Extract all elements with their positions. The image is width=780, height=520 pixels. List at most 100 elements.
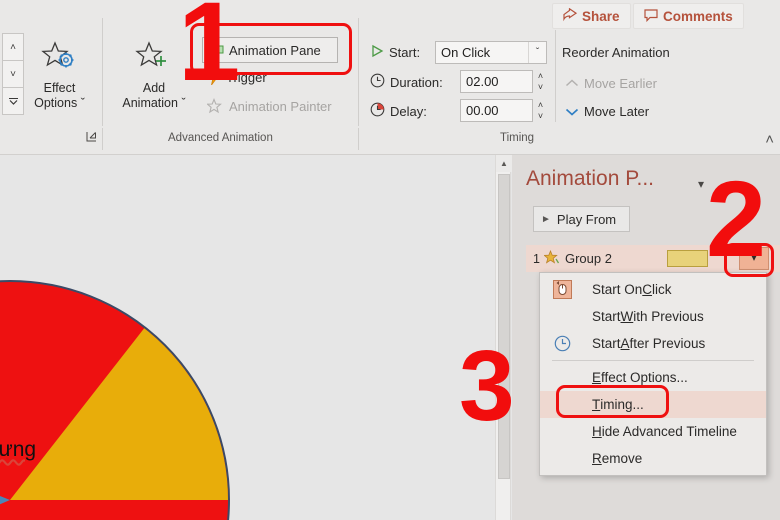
menu-label-pre: Start — [592, 336, 621, 351]
duration-input[interactable]: 02.00 — [460, 70, 533, 93]
animation-painter-label: Animation Painter — [229, 98, 332, 114]
animation-list-item[interactable]: 1 Group 2 ▾ — [526, 245, 780, 272]
double-chevron-down-icon — [8, 97, 18, 105]
animation-painter-button: Animation Painter — [204, 97, 335, 115]
move-later-button[interactable]: Move Later — [562, 103, 652, 120]
group-separator — [555, 30, 556, 122]
menu-accesskey: C — [642, 282, 653, 297]
delay-value: 00.00 — [466, 103, 499, 118]
animation-gallery-spinners: ˄ ˅ — [2, 33, 24, 115]
group-separator — [102, 128, 103, 150]
ribbon: ˄ ˅ Effect Options ˇ Add Animation ˇ Ani… — [0, 0, 780, 155]
menu-item-effect-options[interactable]: Effect Options... — [540, 364, 766, 391]
delay-stepper[interactable]: ˄ ˅ — [533, 99, 548, 122]
share-button[interactable]: Share — [552, 3, 631, 29]
menu-item-remove[interactable]: Remove — [540, 445, 766, 472]
menu-label-post: fter Previous — [629, 336, 706, 351]
chevron-down-icon: ˇ — [181, 96, 186, 110]
start-label: Start: — [389, 45, 421, 60]
clock-icon — [552, 333, 573, 354]
play-from-button[interactable]: ► Play From — [533, 206, 630, 232]
scroll-up-button[interactable]: ▲ — [496, 155, 512, 172]
spinner-wheel-shape[interactable] — [0, 280, 230, 520]
clock-icon — [370, 73, 385, 91]
animation-timeline-bar[interactable] — [667, 250, 708, 267]
animation-item-dropdown-button[interactable]: ▾ — [739, 247, 769, 270]
chevron-down-icon: ˇ — [271, 71, 276, 83]
move-earlier-label: Move Earlier — [584, 76, 657, 91]
powerpoint-window: ˄ ˅ Effect Options ˇ Add Animation ˇ Ani… — [0, 0, 780, 520]
move-earlier-button: Move Earlier — [562, 75, 660, 92]
move-later-label: Move Later — [584, 104, 650, 119]
menu-accesskey: W — [620, 309, 634, 324]
group-separator — [358, 18, 359, 126]
reorder-animation-title: Reorder Animation — [562, 45, 670, 60]
gallery-scroll-down-button[interactable]: ˅ — [2, 60, 24, 88]
chevron-down-icon: ˇ — [80, 96, 85, 110]
ribbon-group-labels: Advanced Animation Timing — [0, 128, 780, 155]
trigger-button[interactable]: Trigger ˇ — [204, 68, 278, 86]
chevron-down-icon[interactable]: ˅ — [538, 82, 543, 93]
menu-item-start-on-click[interactable]: Start On Click — [540, 276, 766, 303]
lightning-bolt-icon — [207, 69, 221, 85]
clock-delay-icon — [370, 102, 385, 120]
animation-dialog-launcher[interactable] — [86, 131, 99, 144]
share-label: Share — [582, 8, 620, 24]
menu-item-start-with-previous[interactable]: Start With Previous — [540, 303, 766, 330]
scrollbar-thumb[interactable] — [498, 174, 510, 479]
star-brush-icon — [207, 98, 224, 114]
wheel-slice-blue — [0, 418, 10, 520]
chevron-up-icon — [565, 78, 579, 89]
comments-button[interactable]: Comments — [633, 3, 744, 29]
chevron-down-icon: ▾ — [751, 253, 757, 264]
gallery-scroll-up-button[interactable]: ˄ — [2, 33, 24, 61]
star-animation-icon — [543, 249, 560, 268]
effect-options-button[interactable]: Effect Options ˇ — [22, 36, 97, 111]
animation-pane-label: Animation Pane — [229, 42, 321, 58]
add-animation-button[interactable]: Add Animation ˇ — [108, 36, 200, 111]
menu-label-post: ffect Options... — [601, 370, 688, 385]
gallery-more-button[interactable] — [2, 87, 24, 115]
comments-label: Comments — [663, 8, 733, 24]
slide-canvas[interactable]: lưng Mất lượt — [0, 155, 495, 520]
menu-accesskey: H — [592, 424, 602, 439]
duration-stepper[interactable]: ˄ ˅ — [533, 70, 548, 93]
menu-accesskey: R — [592, 451, 602, 466]
timing-group-label: Timing — [500, 132, 535, 144]
menu-accesskey: T — [592, 397, 601, 412]
effect-options-label-line1: Effect — [43, 81, 76, 95]
menu-item-hide-advanced-timeline[interactable]: Hide Advanced Timeline — [540, 418, 766, 445]
menu-label-pre: Start On — [592, 282, 643, 297]
wheel-label-0-text: lưng — [0, 438, 37, 461]
animation-pane: Animation P... ▾ ► Play From 1 Group 2 ▾ — [512, 155, 780, 520]
star-gear-icon — [40, 40, 80, 78]
animation-pane-title: Animation P... — [526, 167, 655, 190]
start-value: On Click — [441, 45, 491, 60]
pane-menu-chevron-down-icon[interactable]: ▾ — [698, 177, 704, 191]
collapse-ribbon-button[interactable]: ˄ — [765, 132, 774, 147]
menu-accesskey: E — [592, 370, 602, 385]
duration-row: Duration: — [370, 73, 443, 91]
menu-item-start-after-previous[interactable]: Start After Previous — [540, 330, 766, 357]
trigger-label: Trigger — [226, 69, 267, 85]
play-from-label: Play From — [556, 211, 617, 227]
animation-pane-icon — [206, 43, 224, 57]
animation-item-name: Group 2 — [564, 251, 612, 266]
start-select[interactable]: On Click ˇ — [435, 41, 547, 64]
animation-pane-button[interactable]: Animation Pane — [202, 37, 338, 63]
star-plus-icon — [134, 40, 174, 78]
slide-vertical-scrollbar[interactable]: ▲ — [495, 155, 512, 520]
menu-item-timing[interactable]: Timing... — [540, 391, 766, 418]
chevron-up-icon[interactable]: ˄ — [538, 100, 543, 111]
chevron-down-icon[interactable]: ˅ — [538, 111, 543, 122]
play-triangle-icon — [370, 44, 384, 61]
play-triangle-icon: ► — [541, 213, 551, 225]
chevron-up-icon[interactable]: ˄ — [538, 71, 543, 82]
add-animation-label-line1: Add — [142, 81, 166, 95]
chevron-down-icon[interactable]: ˇ — [528, 42, 546, 63]
chevron-down-icon — [565, 106, 579, 117]
wheel-label-0: lưng — [0, 438, 36, 462]
advanced-animation-group-label: Advanced Animation — [168, 132, 273, 144]
chevron-down-icon: ˅ — [10, 68, 16, 80]
delay-input[interactable]: 00.00 — [460, 99, 533, 122]
